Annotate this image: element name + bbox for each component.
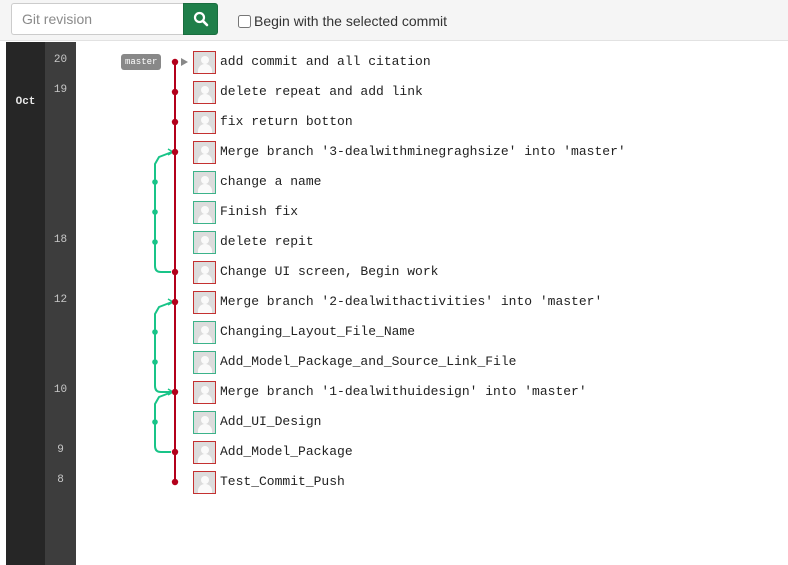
commit-message[interactable]: add commit and all citation bbox=[220, 52, 431, 72]
avatar-icon[interactable] bbox=[193, 111, 216, 134]
avatar-icon[interactable] bbox=[193, 81, 216, 104]
avatar-icon[interactable] bbox=[193, 231, 216, 254]
avatar-icon[interactable] bbox=[193, 261, 216, 284]
master-commit-dot bbox=[171, 148, 179, 156]
master-commit-dot bbox=[171, 88, 179, 96]
feature-commit-dot bbox=[152, 419, 158, 425]
avatar-body bbox=[198, 424, 212, 433]
commit-message[interactable]: Add_UI_Design bbox=[220, 412, 321, 432]
avatar-body bbox=[198, 304, 212, 313]
feature-commit-dot bbox=[152, 209, 158, 215]
avatar-head bbox=[201, 116, 209, 124]
commit-message[interactable]: Merge branch '1-dealwithuidesign' into '… bbox=[220, 382, 587, 402]
avatar-icon[interactable] bbox=[193, 471, 216, 494]
commit-message[interactable]: Merge branch '3-dealwithminegraghsize' i… bbox=[220, 142, 626, 162]
avatar-icon[interactable] bbox=[193, 351, 216, 374]
avatar-body bbox=[198, 334, 212, 343]
avatar-head bbox=[201, 86, 209, 94]
avatar-head bbox=[201, 56, 209, 64]
avatar-body bbox=[198, 244, 212, 253]
avatar-body bbox=[198, 124, 212, 133]
master-commit-dot bbox=[171, 58, 179, 66]
feature-commit-dot bbox=[152, 329, 158, 335]
avatar-icon[interactable] bbox=[193, 171, 216, 194]
avatar-head bbox=[201, 416, 209, 424]
avatar-body bbox=[198, 364, 212, 373]
feature-branch-line bbox=[154, 301, 173, 393]
avatar-head bbox=[201, 266, 209, 274]
commit-message[interactable]: Change UI screen, Begin work bbox=[220, 262, 438, 282]
master-commit-dot bbox=[171, 268, 179, 276]
commit-message[interactable]: Add_Model_Package bbox=[220, 442, 353, 462]
avatar-head bbox=[201, 146, 209, 154]
avatar-body bbox=[198, 154, 212, 163]
avatar-icon[interactable] bbox=[193, 381, 216, 404]
branch-tag-master[interactable]: master bbox=[121, 54, 162, 70]
master-commit-dot bbox=[171, 388, 179, 396]
avatar-head bbox=[201, 386, 209, 394]
master-commit-dot bbox=[171, 118, 179, 126]
avatar-body bbox=[198, 214, 212, 223]
commit-message[interactable]: Test_Commit_Push bbox=[220, 472, 345, 492]
avatar-icon[interactable] bbox=[193, 291, 216, 314]
master-commit-dot bbox=[171, 478, 179, 486]
avatar-icon[interactable] bbox=[193, 321, 216, 344]
avatar-body bbox=[198, 94, 212, 103]
avatar-head bbox=[201, 206, 209, 214]
avatar-icon[interactable] bbox=[193, 441, 216, 464]
avatar-body bbox=[198, 64, 212, 73]
commit-message[interactable]: delete repit bbox=[220, 232, 314, 252]
avatar-icon[interactable] bbox=[193, 141, 216, 164]
avatar-body bbox=[198, 274, 212, 283]
avatar-head bbox=[201, 476, 209, 484]
avatar-head bbox=[201, 356, 209, 364]
commit-message[interactable]: fix return botton bbox=[220, 112, 353, 132]
master-commit-dot bbox=[171, 298, 179, 306]
avatar-icon[interactable] bbox=[193, 411, 216, 434]
avatar-head bbox=[201, 236, 209, 244]
avatar-icon[interactable] bbox=[193, 51, 216, 74]
avatar-head bbox=[201, 176, 209, 184]
branch-tag-pointer-icon bbox=[181, 58, 188, 66]
master-commit-dot bbox=[171, 448, 179, 456]
avatar-body bbox=[198, 484, 212, 493]
commit-message[interactable]: Changing_Layout_File_Name bbox=[220, 322, 415, 342]
avatar-head bbox=[201, 446, 209, 454]
commit-message[interactable]: delete repeat and add link bbox=[220, 82, 423, 102]
avatar-head bbox=[201, 296, 209, 304]
feature-commit-dot bbox=[152, 179, 158, 185]
commit-message[interactable]: change a name bbox=[220, 172, 321, 192]
commit-message[interactable]: Finish fix bbox=[220, 202, 298, 222]
avatar-body bbox=[198, 454, 212, 463]
avatar-body bbox=[198, 184, 212, 193]
feature-commit-dot bbox=[152, 359, 158, 365]
avatar-head bbox=[201, 326, 209, 334]
avatar-body bbox=[198, 394, 212, 403]
commit-message[interactable]: Merge branch '2-dealwithactivities' into… bbox=[220, 292, 602, 312]
commit-message[interactable]: Add_Model_Package_and_Source_Link_File bbox=[220, 352, 516, 372]
feature-commit-dot bbox=[152, 239, 158, 245]
avatar-icon[interactable] bbox=[193, 201, 216, 224]
